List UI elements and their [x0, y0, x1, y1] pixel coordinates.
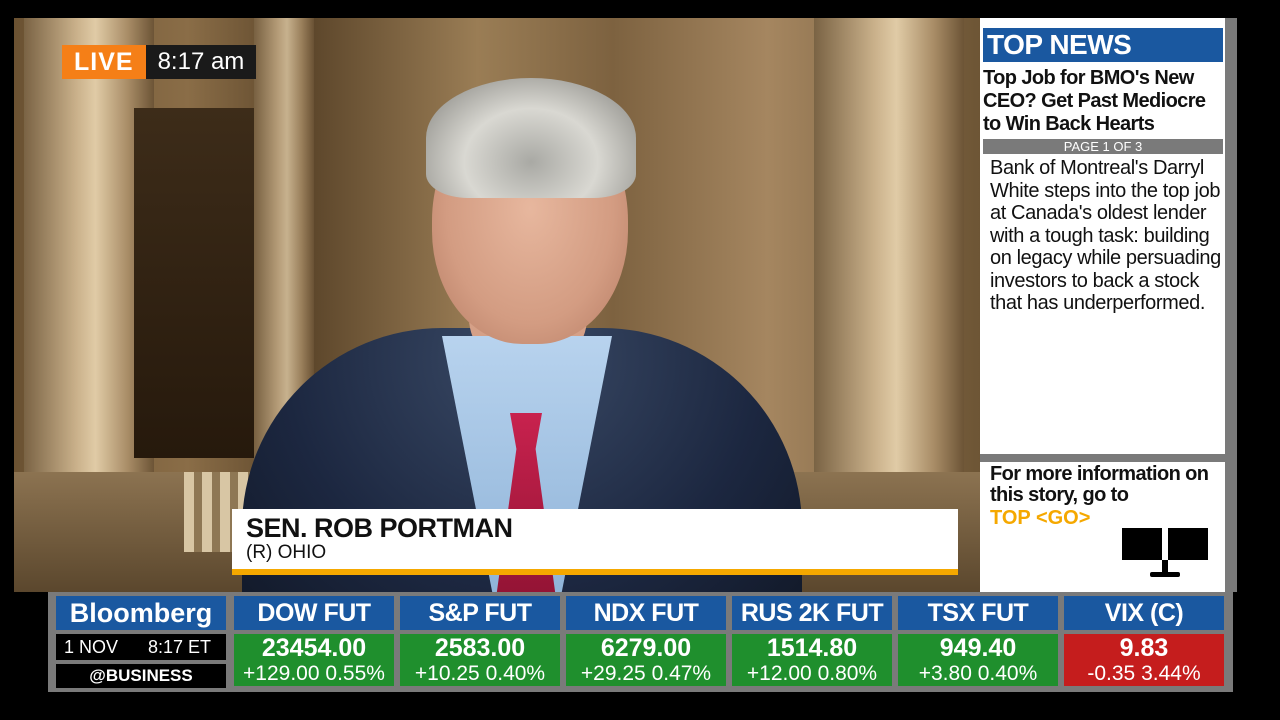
- ticker-value: 6279.00: [566, 634, 726, 662]
- ticker-value: 9.83: [1064, 634, 1224, 662]
- ticker-change-amount: +12.00: [746, 662, 812, 685]
- top-news-headline: Top Job for BMO's New CEO? Get Past Medi…: [983, 67, 1206, 135]
- top-news-header: TOP NEWS: [983, 28, 1223, 62]
- terminal-command: TOP <GO>: [990, 507, 1091, 529]
- twitter-handle: @BUSINESS: [56, 664, 226, 688]
- live-label: LIVE: [62, 45, 146, 79]
- ticker-item: TSX FUT 949.40 +3.80 0.40%: [898, 596, 1058, 688]
- ticker-name: RUS 2K FUT: [732, 596, 892, 630]
- ticker-change-pct: 0.80%: [817, 662, 878, 685]
- dual-monitor-icon: [1122, 528, 1208, 577]
- ticker-change: +29.25 0.47%: [566, 662, 726, 686]
- bloomberg-logo: Bloomberg: [56, 596, 226, 630]
- ticker-item: RUS 2K FUT 1514.80 +12.00 0.80%: [732, 596, 892, 688]
- ticker-value: 23454.00: [234, 634, 394, 662]
- ticker-value: 949.40: [898, 634, 1058, 662]
- ticker-value: 1514.80: [732, 634, 892, 662]
- bottom-letterbox: [0, 692, 1280, 720]
- ticker-name: DOW FUT: [234, 596, 394, 630]
- ticker-change-amount: +3.80: [918, 662, 972, 685]
- speaker-name: SEN. ROB PORTMAN: [246, 513, 513, 543]
- ticker-date: 1 NOV: [64, 637, 119, 657]
- top-news-body: Bank of Montreal's Darryl White steps in…: [990, 157, 1221, 314]
- date-time-row: 1 NOV 8:17 ET: [56, 634, 226, 660]
- ticker-value: 2583.00: [400, 634, 560, 662]
- page-indicator: PAGE 1 OF 3: [983, 139, 1223, 154]
- ticker-change: +12.00 0.80%: [732, 662, 892, 686]
- ticker-name: NDX FUT: [566, 596, 726, 630]
- market-ticker: Bloomberg 1 NOV 8:17 ET @BUSINESS DOW FU…: [48, 592, 1233, 692]
- ticker-change: +3.80 0.40%: [898, 662, 1058, 686]
- panel-edge: [1225, 18, 1237, 592]
- lower-third: SEN. ROB PORTMAN (R) OHIO: [232, 509, 958, 575]
- ticker-item: S&P FUT 2583.00 +10.25 0.40%: [400, 596, 560, 688]
- ticker-change: -0.35 3.44%: [1064, 662, 1224, 686]
- divider: [980, 454, 1225, 462]
- live-badge: LIVE 8:17 am: [62, 45, 257, 79]
- ticker-change-pct: 0.40%: [977, 662, 1038, 685]
- top-news-panel: TOP NEWS Top Job for BMO's New CEO? Get …: [980, 18, 1225, 592]
- ticker-name: S&P FUT: [400, 596, 560, 630]
- ticker-item: VIX (C) 9.83 -0.35 3.44%: [1064, 596, 1224, 688]
- ticker-name: VIX (C): [1064, 596, 1224, 630]
- ticker-item: NDX FUT 6279.00 +29.25 0.47%: [566, 596, 726, 688]
- hair: [426, 78, 636, 198]
- doorway: [134, 108, 254, 458]
- ticker-change-pct: 0.55%: [325, 662, 385, 685]
- brand-cell: Bloomberg 1 NOV 8:17 ET @BUSINESS: [56, 596, 226, 688]
- ticker-change: +10.25 0.40%: [400, 662, 560, 686]
- ticker-change-pct: 3.44%: [1141, 662, 1201, 685]
- ticker-change-pct: 0.47%: [651, 662, 712, 685]
- ticker-time: 8:17 ET: [148, 637, 212, 657]
- ticker-change-pct: 0.40%: [485, 662, 546, 685]
- ticker-change-amount: +29.25: [580, 662, 646, 685]
- ticker-change: +129.00 0.55%: [234, 662, 394, 686]
- ticker-item: DOW FUT 23454.00 +129.00 0.55%: [234, 596, 394, 688]
- ticker-change-amount: -0.35: [1087, 662, 1136, 685]
- ticker-change-amount: +129.00: [243, 662, 320, 685]
- ticker-change-amount: +10.25: [414, 662, 480, 685]
- more-info-text: For more information on this story, go t…: [990, 463, 1209, 506]
- speaker-affiliation: (R) OHIO: [246, 542, 327, 563]
- video-feed: [14, 18, 980, 592]
- live-time: 8:17 am: [145, 45, 257, 79]
- ticker-name: TSX FUT: [898, 596, 1058, 630]
